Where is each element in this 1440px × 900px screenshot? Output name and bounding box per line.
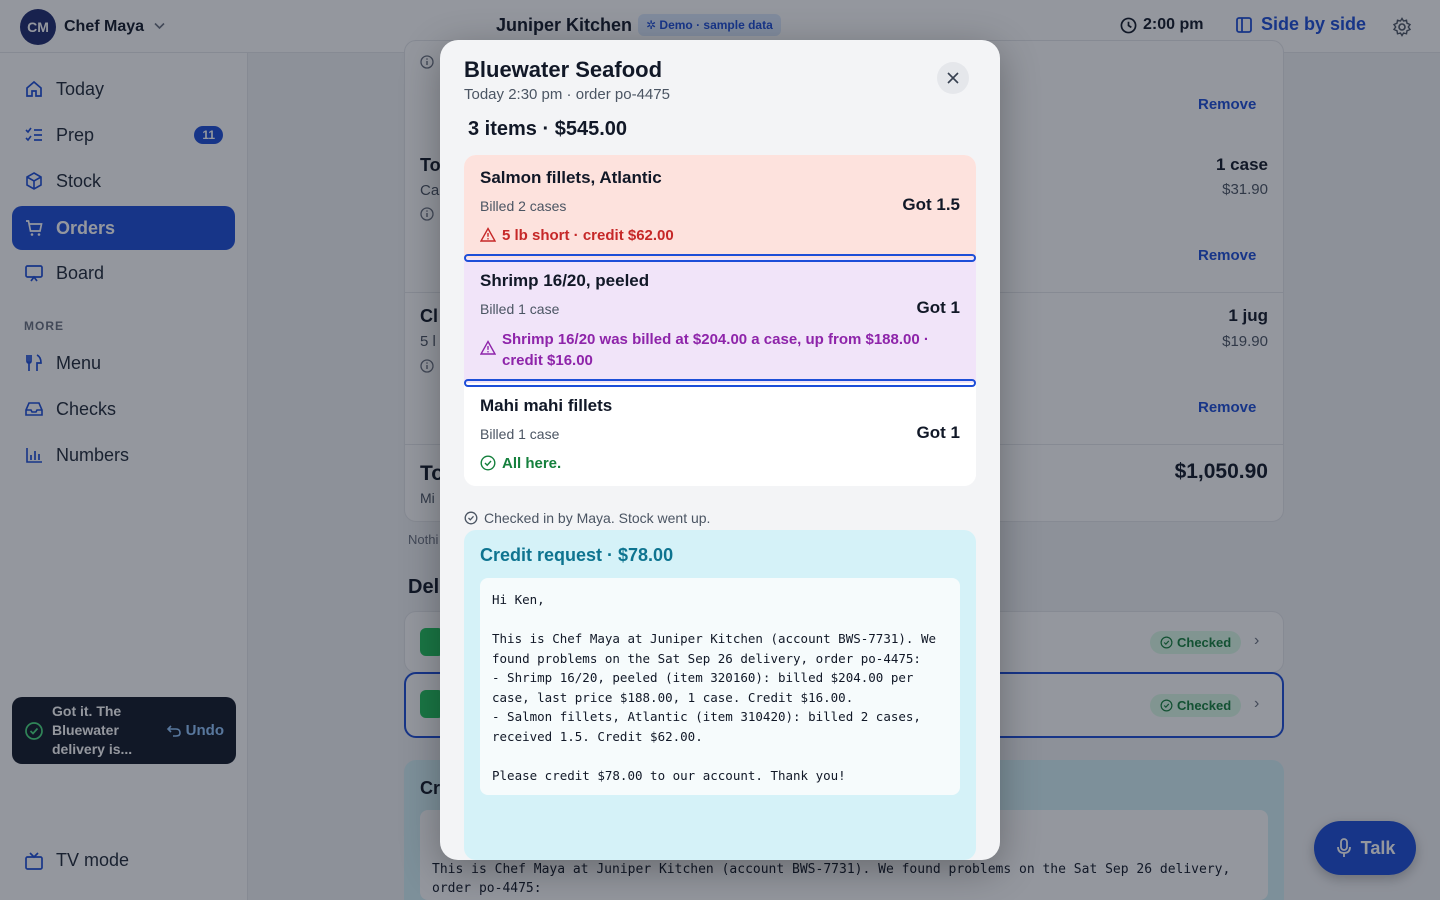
item-received: Got 1.5 <box>902 195 960 214</box>
check-circle-icon <box>464 511 478 525</box>
item-issue: 5 lb short · credit $62.00 <box>480 225 674 246</box>
delivery-item[interactable]: Salmon fillets, Atlantic Billed 2 cases … <box>464 155 976 258</box>
warning-icon <box>480 227 496 242</box>
item-name: Shrimp 16/20, peeled <box>480 271 650 290</box>
close-icon[interactable] <box>937 62 969 94</box>
checked-in-text: Checked in by Maya. Stock went up. <box>484 510 711 526</box>
checked-in-status: Checked in by Maya. Stock went up. <box>464 510 710 526</box>
item-issue-text: 5 lb short · credit $62.00 <box>502 227 674 244</box>
item-billed: Billed 1 case <box>480 426 560 442</box>
delivery-check-modal: Bluewater Seafood Today 2:30 pm · order … <box>440 40 1000 860</box>
item-issue: Shrimp 16/20 was billed at $204.00 a cas… <box>480 329 950 371</box>
item-received: Got 1 <box>916 423 960 442</box>
item-ok: All here. <box>480 453 561 474</box>
item-billed: Billed 2 cases <box>480 198 567 214</box>
modal-subtitle: Today 2:30 pm · order po-4475 <box>464 86 670 103</box>
modal-title: Bluewater Seafood <box>464 57 663 82</box>
delivery-item[interactable]: Shrimp 16/20, peeled Billed 1 case Got 1… <box>464 258 976 383</box>
item-billed: Billed 1 case <box>480 301 560 317</box>
item-received: Got 1 <box>916 298 960 317</box>
credit-request-panel: Credit request · $78.00 Hi Ken, This is … <box>464 530 976 860</box>
item-issue-text: Shrimp 16/20 was billed at $204.00 a cas… <box>502 331 929 369</box>
credit-email-text[interactable]: Hi Ken, This is Chef Maya at Juniper Kit… <box>480 578 960 795</box>
check-circle-icon <box>480 455 496 471</box>
item-name: Salmon fillets, Atlantic <box>480 168 662 187</box>
delivery-item[interactable]: Mahi mahi fillets Billed 1 case Got 1 Al… <box>464 383 976 486</box>
app-root: CM Chef Maya Juniper Kitchen ✲ Demo · sa… <box>0 0 1440 900</box>
drag-divider[interactable] <box>464 379 976 387</box>
item-name: Mahi mahi fillets <box>480 396 613 415</box>
credit-request-title: Credit request · $78.00 <box>480 545 674 565</box>
order-summary: 3 items · $545.00 <box>468 118 627 140</box>
warning-icon <box>480 340 496 355</box>
delivery-items-list: Salmon fillets, Atlantic Billed 2 cases … <box>464 155 976 486</box>
drag-divider[interactable] <box>464 254 976 262</box>
item-ok-text: All here. <box>502 455 562 472</box>
